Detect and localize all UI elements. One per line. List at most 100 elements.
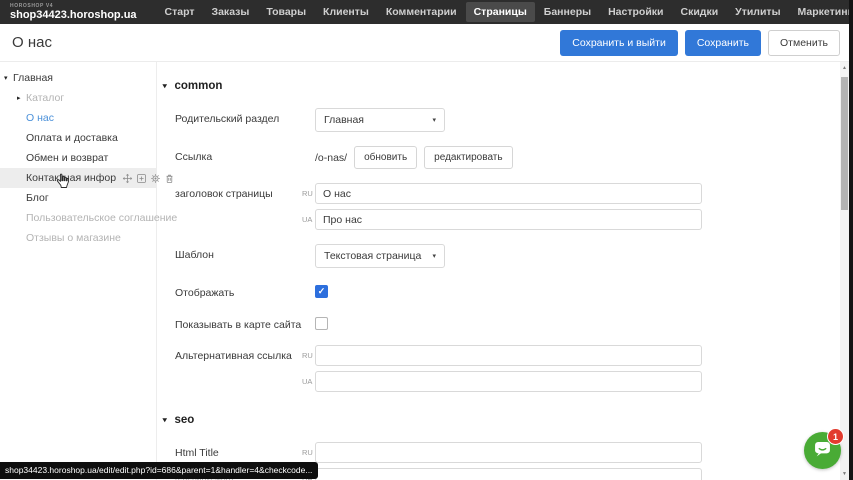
page-title-field-ru: RU [302, 183, 702, 204]
cancel-button[interactable]: Отменить [768, 30, 840, 56]
topbar: HOROSHOP V4 shop34423.horoshop.ua СтартЗ… [0, 0, 853, 24]
tree-item-7[interactable]: Пользовательское соглашение [0, 208, 156, 228]
lang-badge-ua: UA [302, 377, 313, 386]
lang-badge-ru: RU [302, 448, 313, 457]
chevron-down-icon: ▾ [432, 252, 436, 260]
topbar-menu-item[interactable]: Утилиты [727, 2, 788, 22]
refresh-url-button[interactable]: обновить [354, 146, 417, 169]
page-title-row: заголовок страницыRUUA [175, 183, 840, 230]
alt-link-label-wrap: Альтернативная ссылка [175, 345, 302, 392]
chat-unread-badge: 1 [827, 428, 844, 445]
tree-item-8[interactable]: Отзывы о магазине [0, 228, 156, 248]
page-edit-form: ▾ common Родительский разделГлавная▾ Ссылка… [158, 62, 840, 480]
brand-logo[interactable]: HOROSHOP V4 shop34423.horoshop.ua [10, 4, 137, 21]
move-icon[interactable] [122, 173, 133, 184]
lang-badge-ru: RU [302, 351, 313, 360]
display-checkbox[interactable]: ✓ [315, 285, 328, 298]
section-title: common [175, 80, 223, 92]
vertical-scrollbar[interactable]: ▲ ▼ [840, 62, 849, 480]
alt-link-field-ua: UA [302, 371, 702, 392]
scrollbar-thumb[interactable] [841, 77, 848, 210]
save-button[interactable]: Сохранить [685, 30, 761, 56]
chevron-right-icon[interactable]: ▸ [17, 94, 26, 102]
display-control: ✓ [315, 282, 328, 300]
sitemap-label-wrap: Показывать в карте сайта [175, 314, 302, 332]
page-title-input-ru[interactable] [315, 183, 702, 204]
parent-section-row: Родительский разделГлавная▾ [175, 108, 840, 132]
delete-icon[interactable] [164, 173, 175, 184]
html-title-field-ua: UA [302, 468, 702, 480]
page-header: О нас Сохранить и выйти Сохранить Отмени… [0, 24, 849, 62]
section-header-common[interactable]: ▾ common [163, 80, 840, 92]
sitemap-control [315, 314, 328, 332]
scroll-up-arrow-icon[interactable]: ▲ [840, 65, 849, 71]
sitemap-row: Показывать в карте сайта [175, 314, 840, 332]
tree-item-label: Контактная инфор [26, 172, 116, 184]
topbar-menu-item[interactable]: Товары [258, 2, 314, 22]
tree-item-0[interactable]: ▾Главная [0, 68, 156, 88]
sitemap-label: Показывать в карте сайта [175, 319, 302, 332]
topbar-menu: СтартЗаказыТоварыКлиентыКомментарииСтран… [157, 2, 853, 22]
tree-item-label: Пользовательское соглашение [26, 212, 177, 224]
parent-section-control: Главная▾ [315, 108, 445, 132]
lang-badge-ru: RU [302, 189, 313, 198]
alt-link-label: Альтернативная ссылка [175, 350, 302, 363]
topbar-menu-item[interactable]: Заказы [204, 2, 258, 22]
topbar-menu-item[interactable]: Настройки [600, 2, 671, 22]
alt-link-input-ru[interactable] [315, 345, 702, 366]
alt-link-fields: RU UA [302, 345, 702, 392]
scroll-down-arrow-icon[interactable]: ▼ [840, 471, 849, 477]
brand-version: HOROSHOP V4 [10, 4, 137, 9]
topbar-menu-item[interactable]: Комментарии [378, 2, 465, 22]
link-label-wrap: Ссылка [175, 146, 302, 169]
add-icon[interactable] [136, 173, 147, 184]
save-and-exit-button[interactable]: Сохранить и выйти [560, 30, 678, 56]
chevron-down-icon[interactable]: ▾ [4, 74, 13, 82]
tree-item-label: Каталог [26, 92, 64, 104]
chevron-down-icon: ▾ [163, 82, 167, 90]
tree-item-selected[interactable]: О нас [0, 108, 156, 128]
topbar-menu-item[interactable]: Старт [157, 2, 203, 22]
screen-right-edge [849, 0, 853, 480]
tree-item-label: О нас [26, 112, 54, 124]
edit-url-button[interactable]: редактировать [424, 146, 512, 169]
app-window: HOROSHOP V4 shop34423.horoshop.ua СтартЗ… [0, 0, 853, 480]
template-select-value: Текстовая страница [324, 250, 421, 262]
header-buttons: Сохранить и выйти Сохранить Отменить [560, 30, 840, 56]
checkmark-icon: ✓ [318, 287, 326, 296]
html-title-input-ua[interactable] [315, 468, 702, 480]
topbar-menu-item[interactable]: Страницы [466, 2, 535, 22]
alt-link-row: Альтернативная ссылкаRU UA [175, 345, 840, 392]
alt-link-input-ua[interactable] [315, 371, 702, 392]
page-title-label-wrap: заголовок страницы [175, 183, 302, 230]
tree-item-1[interactable]: ▸Каталог [0, 88, 156, 108]
topbar-menu-item[interactable]: Маркетинг [790, 2, 853, 22]
page-title-input-ua[interactable] [315, 209, 702, 230]
template-select[interactable]: Текстовая страница ▾ [315, 244, 445, 268]
chat-widget-button[interactable]: 1 [804, 432, 841, 469]
page-title: О нас [12, 34, 52, 51]
tree-item-6[interactable]: Блог [0, 188, 156, 208]
tree-item-5[interactable]: Контактная инфор [0, 168, 156, 188]
sitemap-checkbox[interactable] [315, 317, 328, 330]
link-preview-statusbar: shop34423.horoshop.ua/edit/edit.php?id=6… [0, 462, 318, 479]
topbar-menu-item[interactable]: Клиенты [315, 2, 377, 22]
tree-item-label: Оплата и доставка [26, 132, 118, 144]
topbar-menu-item[interactable]: Скидки [673, 2, 727, 22]
link-row: Ссылка/o-nas/обновить редактировать [175, 146, 840, 169]
page-title-label: заголовок страницы [175, 188, 302, 201]
topbar-menu-item[interactable]: Баннеры [536, 2, 599, 22]
tree-item-3[interactable]: Оплата и доставка [0, 128, 156, 148]
html-title-label: Html Title [175, 447, 302, 460]
settings-icon[interactable] [150, 173, 161, 184]
pages-tree: ▾Главная▸КаталогО насОплата и доставкаОб… [0, 62, 157, 480]
section-header-seo[interactable]: ▾seo [163, 414, 840, 426]
chevron-down-icon: ▾ [163, 416, 167, 424]
page-url-text: /o-nas/ [315, 152, 347, 164]
html-title-input-ru[interactable] [315, 442, 702, 463]
template-control: Текстовая страница ▾ [315, 244, 445, 268]
parent-section-select[interactable]: Главная▾ [315, 108, 445, 132]
link-line: /o-nas/обновить редактировать [315, 146, 520, 169]
tree-item-4[interactable]: Обмен и возврат [0, 148, 156, 168]
chevron-down-icon: ▾ [432, 116, 436, 124]
